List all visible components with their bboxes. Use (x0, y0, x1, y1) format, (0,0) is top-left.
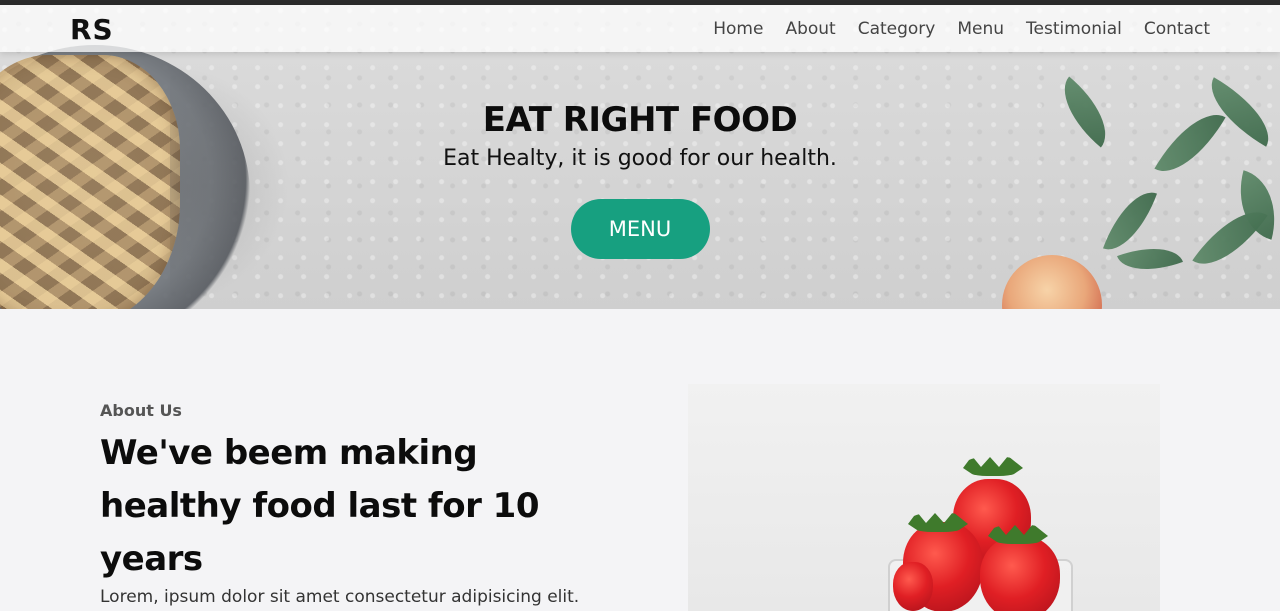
nav-item-testimonial[interactable]: Testimonial (1026, 19, 1122, 39)
about-text: Lorem, ipsum dolor sit amet consectetur … (100, 587, 580, 607)
hero-title: EAT RIGHT FOOD (482, 100, 798, 140)
hero-content: EAT RIGHT FOOD Eat Healty, it is good fo… (0, 100, 1280, 259)
site-header: RS Home About Category Menu Testimonial … (0, 5, 1280, 52)
nav-item-category[interactable]: Category (858, 19, 936, 39)
about-heading: We've beem making healthy food last for … (100, 433, 540, 579)
main-nav: Home About Category Menu Testimonial Con… (691, 19, 1210, 39)
strawberry (980, 536, 1060, 611)
strawberries-image (688, 384, 1160, 611)
nav-item-menu[interactable]: Menu (957, 19, 1004, 39)
nav-item-home[interactable]: Home (713, 19, 763, 39)
strawberry (893, 562, 933, 611)
logo[interactable]: RS (70, 13, 114, 46)
nav-item-about[interactable]: About (785, 19, 835, 39)
nav-item-contact[interactable]: Contact (1144, 19, 1210, 39)
about-section: About Us We've beem making healthy food … (0, 309, 1280, 611)
strawberry-leaves (963, 456, 1023, 476)
about-label: About Us (100, 401, 182, 420)
hero-subtitle: Eat Healty, it is good for our health. (443, 146, 837, 171)
menu-button[interactable]: MENU (570, 199, 710, 259)
